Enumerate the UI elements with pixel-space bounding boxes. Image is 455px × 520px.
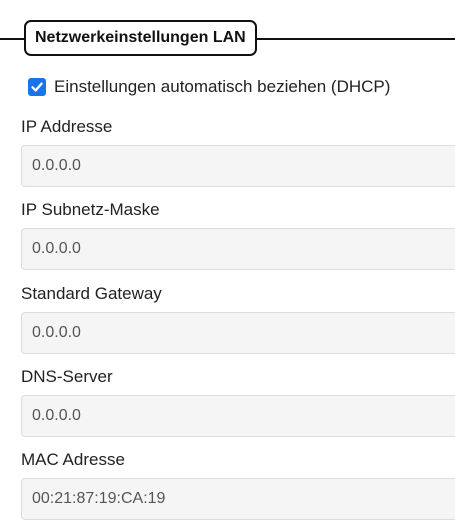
dns-server-label: DNS-Server (21, 367, 113, 386)
dhcp-label: Einstellungen automatisch beziehen (DHCP… (54, 77, 391, 96)
ip-address-label: IP Addresse (21, 117, 113, 136)
mac-address-label: MAC Adresse (21, 450, 125, 469)
checkmark-icon (31, 82, 43, 92)
dhcp-option[interactable]: Einstellungen automatisch beziehen (DHCP… (28, 72, 390, 102)
subnet-mask-label: IP Subnetz-Maske (21, 200, 160, 219)
section-legend: Netzwerkeinstellungen LAN (24, 20, 257, 56)
dns-server-field[interactable]: 0.0.0.0 (21, 395, 455, 437)
ip-address-field[interactable]: 0.0.0.0 (21, 145, 455, 187)
default-gateway-label: Standard Gateway (21, 284, 162, 303)
mac-address-field[interactable]: 00:21:87:19:CA:19 (21, 478, 455, 520)
subnet-mask-field[interactable]: 0.0.0.0 (21, 228, 455, 270)
default-gateway-field[interactable]: 0.0.0.0 (21, 312, 455, 354)
dhcp-checkbox[interactable] (28, 78, 46, 96)
